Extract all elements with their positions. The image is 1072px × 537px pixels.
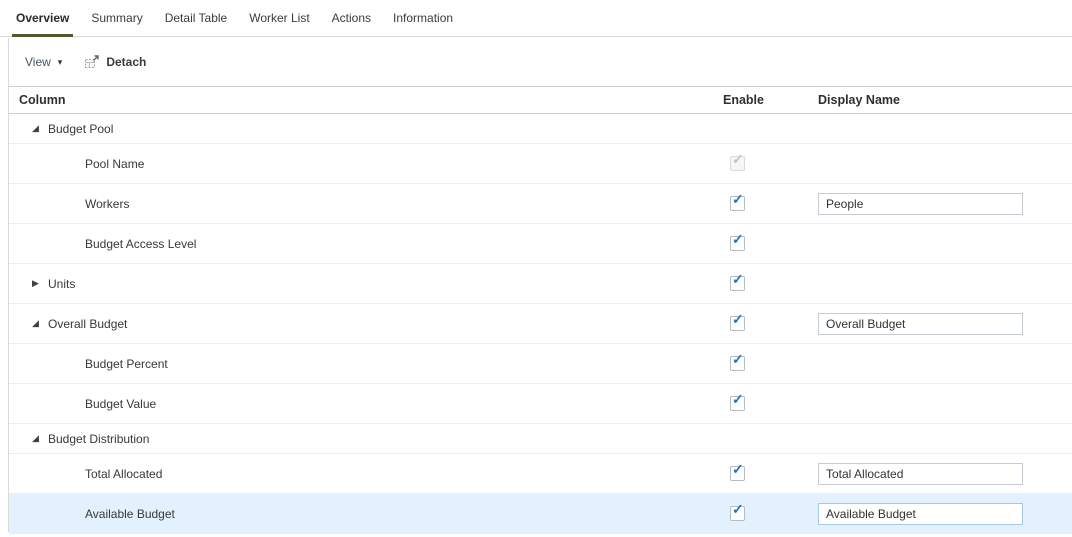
checkmark-icon: ✓	[732, 351, 744, 367]
checkmark-icon: ✓	[732, 311, 744, 327]
enable-checkbox[interactable]: ✓	[730, 272, 745, 291]
collapse-triangle-icon[interactable]: ◢	[30, 318, 41, 329]
checkmark-icon: ✓	[732, 391, 744, 407]
tree-cell: ◢ Overall Budget	[9, 317, 723, 331]
manage-columns-page: { "tabs": [ {"label": "Overview", "activ…	[0, 0, 1072, 537]
detach-window-icon	[84, 54, 100, 70]
row-label: Budget Access Level	[85, 236, 197, 251]
display-name-cell	[818, 192, 1072, 215]
enable-checkbox: ✓	[730, 152, 745, 171]
tree-cell: ▶ Units	[9, 277, 723, 291]
enable-checkbox[interactable]: ✓	[730, 232, 745, 251]
collapse-triangle-icon[interactable]: ◢	[30, 433, 41, 444]
enable-cell: ✓	[723, 232, 818, 251]
tab-actions[interactable]: Actions	[328, 0, 375, 36]
enable-checkbox[interactable]: ✓	[730, 192, 745, 211]
tree-cell: Budget Value	[9, 397, 723, 411]
table-row-overall-budget[interactable]: ◢ Overall Budget ✓	[9, 304, 1072, 344]
tree-cell: ◢ Budget Distribution	[9, 432, 723, 446]
checkmark-icon: ✓	[732, 191, 744, 207]
tree-cell: Workers	[9, 197, 723, 211]
enable-checkbox[interactable]: ✓	[730, 392, 745, 411]
display-name-input[interactable]	[818, 502, 1023, 525]
row-label: Budget Value	[85, 396, 157, 411]
table-toolbar: View ▾ Detach	[9, 38, 1072, 86]
detach-button[interactable]: Detach	[84, 54, 147, 70]
enable-cell: ✓	[723, 192, 818, 211]
enable-cell: ✓	[723, 152, 818, 171]
expand-triangle-icon[interactable]: ▶	[30, 278, 41, 289]
row-label: Budget Pool	[48, 121, 114, 136]
table-body: ◢Budget PoolPool Name✓Workers✓Budget Acc…	[9, 114, 1072, 534]
table-row-budget-access-level[interactable]: Budget Access Level ✓	[9, 224, 1072, 264]
tree-cell: Available Budget	[9, 507, 723, 521]
tab-overview[interactable]: Overview	[12, 0, 74, 37]
manage-columns-panel: View ▾ Detach Column Enable Display Name…	[8, 38, 1072, 534]
enable-header: Enable	[723, 93, 764, 107]
row-label: Available Budget	[85, 506, 175, 521]
enable-cell: ✓	[723, 272, 818, 291]
tree-cell: Pool Name	[9, 157, 723, 171]
table-row-workers[interactable]: Workers ✓	[9, 184, 1072, 224]
checkmark-icon: ✓	[732, 151, 744, 167]
display-name-input[interactable]	[818, 312, 1023, 335]
enable-checkbox[interactable]: ✓	[730, 312, 745, 331]
enable-cell: ✓	[723, 352, 818, 371]
table-row-available-budget[interactable]: Available Budget ✓	[9, 494, 1072, 534]
tab-information[interactable]: Information	[389, 0, 457, 36]
checkmark-icon: ✓	[732, 501, 744, 517]
table-row-budget-pool[interactable]: ◢ Budget Pool	[9, 114, 1072, 144]
checkmark-icon: ✓	[732, 271, 744, 287]
row-label: Budget Distribution	[48, 431, 150, 446]
row-label: Total Allocated	[85, 466, 163, 481]
display-name-cell	[818, 462, 1072, 485]
row-label: Units	[48, 276, 76, 291]
tab-worker-list[interactable]: Worker List	[245, 0, 313, 36]
enable-checkbox[interactable]: ✓	[730, 462, 745, 481]
collapse-triangle-icon[interactable]: ◢	[30, 123, 41, 134]
tree-cell: Budget Access Level	[9, 237, 723, 251]
tree-cell: Budget Percent	[9, 357, 723, 371]
column-header: Column	[19, 93, 66, 107]
table-row-budget-distribution[interactable]: ◢ Budget Distribution	[9, 424, 1072, 454]
enable-cell: ✓	[723, 392, 818, 411]
tab-detail-table[interactable]: Detail Table	[161, 0, 231, 36]
enable-checkbox[interactable]: ✓	[730, 502, 745, 521]
tree-cell: Total Allocated	[9, 467, 723, 481]
checkmark-icon: ✓	[732, 461, 744, 477]
enable-cell: ✓	[723, 502, 818, 521]
row-label: Budget Percent	[85, 356, 168, 371]
enable-cell: ✓	[723, 312, 818, 331]
table-header-row: Column Enable Display Name	[9, 86, 1072, 114]
view-menu-button[interactable]: View ▾	[25, 55, 62, 69]
display-name-cell	[818, 312, 1072, 335]
table-row-pool-name[interactable]: Pool Name ✓	[9, 144, 1072, 184]
row-label: Overall Budget	[48, 316, 128, 331]
detach-button-label: Detach	[106, 55, 147, 69]
table-row-units[interactable]: ▶ Units ✓	[9, 264, 1072, 304]
display-name-header: Display Name	[818, 93, 900, 107]
view-menu-label: View	[25, 55, 51, 69]
row-label: Workers	[85, 196, 130, 211]
enable-checkbox[interactable]: ✓	[730, 352, 745, 371]
chevron-down-icon: ▾	[57, 56, 63, 67]
table-row-budget-value[interactable]: Budget Value ✓	[9, 384, 1072, 424]
tab-summary[interactable]: Summary	[87, 0, 146, 36]
table-row-budget-percent[interactable]: Budget Percent ✓	[9, 344, 1072, 384]
row-label: Pool Name	[85, 156, 145, 171]
display-name-cell	[818, 502, 1072, 525]
table-row-total-allocated[interactable]: Total Allocated ✓	[9, 454, 1072, 494]
display-name-input[interactable]	[818, 192, 1023, 215]
tab-strip: Overview Summary Detail Table Worker List Ac…	[0, 0, 1072, 37]
tree-cell: ◢ Budget Pool	[9, 122, 723, 136]
checkmark-icon: ✓	[732, 231, 744, 247]
display-name-input[interactable]	[818, 462, 1023, 485]
enable-cell: ✓	[723, 462, 818, 481]
